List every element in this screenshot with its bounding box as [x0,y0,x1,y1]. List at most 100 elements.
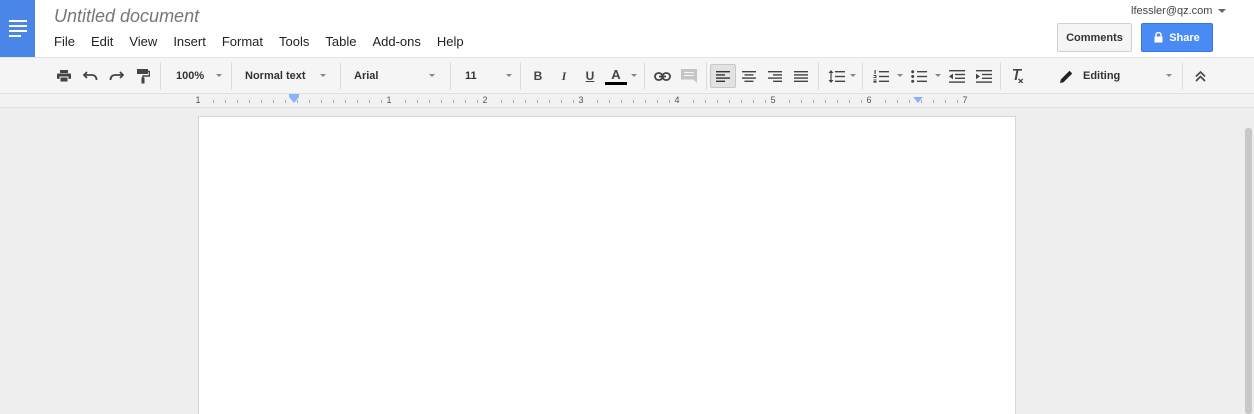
ruler-tick [717,100,718,103]
ruler-tick [501,100,502,103]
comments-button[interactable]: Comments [1057,23,1132,52]
ruler-tick [381,100,382,103]
style-caret-icon[interactable] [320,74,326,77]
text-color-swatch [605,81,627,85]
undo-icon[interactable] [81,64,99,88]
ruler-tick [897,100,898,103]
ruler-tick [321,100,322,103]
numbered-list-icon[interactable] [871,64,891,88]
menu-help[interactable]: Help [429,33,472,51]
ruler-number: 7 [962,95,968,105]
align-center-icon [742,70,756,82]
numbered-list-caret-icon[interactable] [897,74,903,77]
insert-comment-icon[interactable] [679,64,699,88]
ruler-tick [537,100,538,103]
bulleted-list-icon[interactable] [909,64,929,88]
collapse-menus-icon[interactable] [1190,64,1210,88]
clear-formatting-icon[interactable] [1009,64,1029,88]
align-left-button[interactable] [710,64,736,88]
ruler-tick [741,100,742,103]
insert-link-icon[interactable] [652,64,672,88]
toolbar-separator [450,62,451,90]
user-account[interactable]: lfessler@qz.com [1131,5,1212,17]
lock-icon [1154,32,1163,43]
ruler-number: 1 [195,95,201,105]
ruler-tick [369,100,370,103]
menu-file[interactable]: File [54,33,83,51]
ruler-tick [765,100,766,103]
editing-mode-caret-icon[interactable] [1166,74,1172,77]
menu-view[interactable]: View [121,33,165,51]
paint-format-icon[interactable] [134,64,152,88]
ruler-tick [573,100,574,103]
ruler-tick [237,100,238,103]
docs-home-icon[interactable] [0,0,35,57]
menu-edit[interactable]: Edit [83,33,121,51]
paragraph-style-value: Normal text [245,70,306,82]
account-caret-icon[interactable] [1218,9,1226,13]
ruler[interactable]: 1 1 2 3 4 5 6 7 [0,94,1254,108]
decrease-indent-icon[interactable] [947,64,967,88]
bold-button[interactable]: B [529,64,547,88]
ruler-tick [729,100,730,103]
ruler-tick [609,100,610,103]
align-right-button[interactable] [766,64,784,88]
font-size-caret-icon[interactable] [506,74,512,77]
toolbar-separator [231,62,232,90]
italic-button[interactable]: I [555,64,573,88]
print-icon[interactable] [55,64,73,88]
ruler-tick [285,100,286,103]
ruler-tick [909,100,910,103]
redo-icon[interactable] [107,64,125,88]
ruler-tick [405,100,406,103]
document-title[interactable]: Untitled document [54,6,199,27]
header: Untitled document File Edit View Insert … [0,0,1254,57]
zoom-select[interactable]: 100% [176,64,221,88]
zoom-caret-icon[interactable] [216,74,222,77]
ruler-tick [441,100,442,103]
menu-tools[interactable]: Tools [271,33,317,51]
bulleted-list-caret-icon[interactable] [935,74,941,77]
ruler-tick [669,100,670,103]
text-color-caret-icon[interactable] [631,74,637,77]
ruler-tick [333,100,334,103]
underline-button[interactable]: U [581,64,599,88]
ruler-tick [813,100,814,103]
editing-mode-select[interactable]: Editing [1083,64,1163,88]
justify-icon [794,70,808,82]
document-page[interactable] [198,116,1016,414]
ruler-tick [705,100,706,103]
ruler-tick [825,100,826,103]
increase-indent-icon[interactable] [974,64,994,88]
toolbar-separator [818,62,819,90]
ruler-tick [525,100,526,103]
zoom-value: 100% [176,70,205,82]
menu-table[interactable]: Table [317,33,364,51]
line-spacing-icon[interactable] [826,64,846,88]
menu-insert[interactable]: Insert [165,33,214,51]
font-size-select[interactable]: 11 [465,64,510,88]
ruler-tick [633,100,634,103]
toolbar: 100% Normal text Arial 11 B I U A Editin… [0,57,1254,94]
share-button[interactable]: Share [1141,23,1213,52]
menu-add-ons[interactable]: Add-ons [364,33,428,51]
toolbar-separator [862,62,863,90]
text-color-button[interactable]: A [604,64,628,88]
font-caret-icon[interactable] [429,74,435,77]
ruler-tick [957,100,958,103]
align-center-button[interactable] [740,64,758,88]
ruler-tick [597,100,598,103]
line-spacing-caret-icon[interactable] [850,74,856,77]
ruler-tick [357,100,358,103]
ruler-tick [477,100,478,103]
ruler-tick [645,100,646,103]
ruler-tick [513,100,514,103]
menu-format[interactable]: Format [214,33,271,51]
paragraph-style-select[interactable]: Normal text [245,64,330,88]
vertical-scrollbar[interactable] [1245,128,1252,414]
justify-button[interactable] [792,64,810,88]
ruler-number: 6 [866,95,872,105]
pencil-icon[interactable] [1057,64,1075,88]
toolbar-separator [644,62,645,90]
font-select[interactable]: Arial [354,64,439,88]
